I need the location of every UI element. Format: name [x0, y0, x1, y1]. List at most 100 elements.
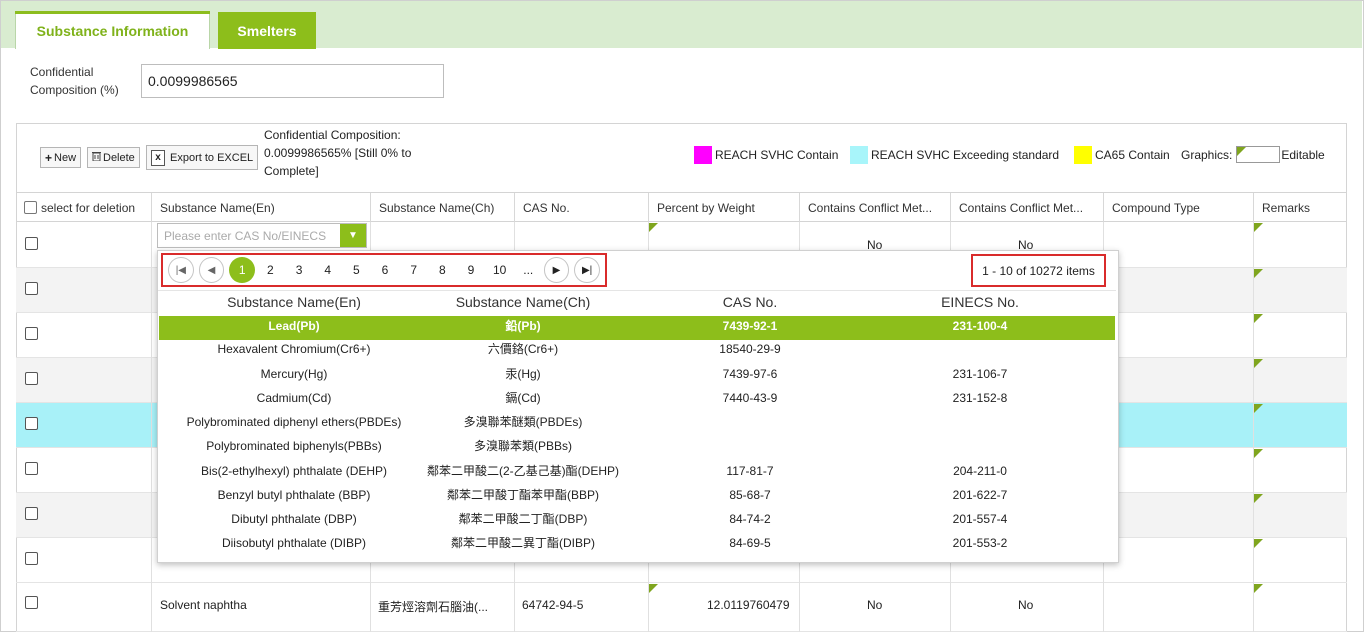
first-page-icon[interactable]: |◀ [168, 257, 194, 283]
editable-marker-icon [1254, 539, 1263, 548]
popup-cell-einecs: 231-100-4 [952, 319, 1008, 333]
page-number[interactable]: 5 [343, 257, 370, 283]
page-number[interactable]: 4 [314, 257, 341, 283]
confidential-composition-input[interactable] [141, 64, 444, 98]
row-checkbox[interactable] [25, 462, 38, 475]
page-number[interactable]: 10 [486, 257, 513, 283]
popup-cell-name-en: Benzyl butyl phthalate (BBP) [217, 488, 371, 502]
substance-search-input[interactable] [158, 224, 338, 247]
new-button-label: New [54, 151, 77, 164]
header-remarks[interactable]: Remarks [1253, 193, 1347, 223]
editable-marker-icon [1254, 404, 1263, 413]
column-divider [1253, 222, 1254, 632]
tab-smelters[interactable]: Smelters [218, 12, 316, 49]
popup-list-item[interactable]: Mercury(Hg) 汞(Hg) 7439-97-6 231-106-7 [159, 364, 1115, 388]
row-checkbox[interactable] [25, 507, 38, 520]
page-ellipsis[interactable]: ... [515, 257, 542, 283]
legend-ca65-contain: CA65 Contain [1074, 145, 1170, 164]
popup-cell-name-ch: 汞(Hg) [505, 367, 541, 381]
magenta-swatch [694, 145, 712, 164]
plus-icon: + [45, 150, 53, 165]
last-row-conflict-metal-2: No [1018, 598, 1034, 612]
popup-cell-name-ch: 多溴聯苯類(PBBs) [473, 439, 572, 453]
page-number[interactable]: 6 [372, 257, 399, 283]
substance-search-combobox[interactable]: ▼ [157, 223, 367, 248]
confidential-summary-value: 0.0099986565% [Still 0% to Complete] [264, 146, 412, 178]
row-checkbox[interactable] [25, 372, 38, 385]
popup-cell-name-ch: 多溴聯苯醚類(PBDEs) [463, 415, 583, 429]
last-row-cas: 64742-94-5 [522, 598, 584, 612]
popup-cell-cas: 7439-92-1 [722, 319, 778, 333]
popup-header-einecs: EINECS No. [941, 294, 1019, 310]
chevron-down-icon[interactable]: ▼ [340, 224, 366, 247]
page-number[interactable]: 8 [429, 257, 456, 283]
popup-list-item[interactable]: Lead(Pb) 鉛(Pb) 7439-92-1 231-100-4 [159, 316, 1115, 340]
popup-divider [158, 290, 1116, 291]
export-excel-button[interactable]: x Export to EXCEL [146, 145, 259, 170]
confidential-summary-title: Confidential Composition: [264, 128, 401, 142]
popup-cell-name-en: Cadmium(Cd) [256, 391, 332, 405]
confidential-summary: Confidential Composition: 0.0099986565% … [264, 126, 454, 180]
popup-cell-name-en: Dibutyl phthalate (DBP) [231, 512, 357, 526]
popup-header-cas: CAS No. [722, 294, 778, 310]
header-cas-no[interactable]: CAS No. [514, 193, 648, 223]
last-row-percent: 12.0119760479 [707, 598, 790, 612]
page-number[interactable]: 1 [229, 257, 256, 283]
page-number[interactable]: 9 [458, 257, 485, 283]
last-page-icon[interactable]: ▶| [574, 257, 600, 283]
pagination-info: 1 - 10 of 10272 items [971, 254, 1106, 287]
legend-reach-svhc-contain: REACH SVHC Contain [694, 145, 838, 164]
popup-list-item[interactable]: Hexavalent Chromium(Cr6+) 六價鉻(Cr6+) 18540-… [159, 339, 1115, 363]
page-number[interactable]: 2 [257, 257, 284, 283]
popup-cell-cas: 84-69-5 [729, 536, 771, 550]
page-number[interactable]: 3 [286, 257, 313, 283]
select-all-checkbox[interactable] [24, 201, 37, 214]
popup-list-item[interactable]: Diisobutyl phthalate (DIBP) 鄰苯二甲酸二異丁酯(DIB… [159, 533, 1115, 557]
new-button[interactable]: + New [40, 147, 82, 168]
popup-list-item[interactable]: Dibutyl phthalate (DBP) 鄰苯二甲酸二丁酯(DBP) 84-7… [159, 509, 1115, 533]
editable-marker-icon [649, 584, 658, 593]
header-percent-by-weight[interactable]: Percent by Weight [648, 193, 799, 223]
legend-graphics-label: Graphics: [1181, 147, 1233, 162]
popup-cell-name-ch: 鄰苯二甲酸二異丁酯(DIBP) [450, 536, 595, 550]
previous-page-icon[interactable]: ◀ [198, 257, 225, 283]
next-page-icon[interactable]: ▶ [543, 257, 570, 283]
confidential-composition-label: Confidential Composition (%) [30, 65, 119, 97]
header-contains-conflict-metal-1[interactable]: Contains Conflict Met... [799, 193, 950, 223]
export-excel-label: Export to EXCEL [170, 151, 254, 164]
popup-list-item[interactable]: Polybrominated biphenyls(PBBs) 多溴聯苯類(PBBs… [159, 436, 1115, 460]
editable-marker-icon [1254, 359, 1263, 368]
row-checkbox[interactable] [25, 327, 38, 340]
header-substance-name-en[interactable]: Substance Name(En) [151, 193, 370, 223]
row-checkbox[interactable] [25, 237, 38, 250]
popup-list-item[interactable]: Benzyl butyl phthalate (BBP) 鄰苯二甲酸丁酯苯甲酯(B… [159, 485, 1115, 509]
row-checkbox[interactable] [25, 417, 38, 430]
row-checkbox[interactable] [25, 552, 38, 565]
legend-reach-svhc-exceeding: REACH SVHC Exceeding standard [850, 145, 1059, 164]
pagination: |◀ ◀ 1 2 3 4 5 6 7 8 9 10 ... ▶ ▶| [161, 253, 607, 287]
popup-cell-name-ch: 鄰苯二甲酸二(2-乙基己基)酯(DEHP) [427, 464, 619, 478]
popup-cell-einecs: 231-152-8 [952, 391, 1008, 405]
excel-icon: x [151, 149, 165, 166]
editable-marker-icon [1254, 494, 1263, 503]
popup-cell-name-en: Bis(2-ethylhexyl) phthalate (DEHP) [200, 464, 388, 478]
column-divider [151, 222, 152, 632]
popup-cell-name-en: Hexavalent Chromium(Cr6+) [217, 342, 371, 356]
delete-button-label: Delete [103, 151, 135, 164]
popup-list-item[interactable]: Cadmium(Cd) 鎘(Cd) 7440-43-9 231-152-8 [159, 388, 1115, 412]
legend-editable-label: Editable [1281, 147, 1325, 162]
page-number[interactable]: 7 [400, 257, 427, 283]
row-checkbox[interactable] [25, 282, 38, 295]
tab-substance-information[interactable]: Substance Information [15, 11, 210, 49]
popup-cell-einecs: 201-557-4 [952, 512, 1008, 526]
popup-list-item[interactable]: Bis(2-ethylhexyl) phthalate (DEHP) 鄰苯二甲酸二… [159, 461, 1115, 485]
header-contains-conflict-metal-2[interactable]: Contains Conflict Met... [950, 193, 1103, 223]
popup-list-item[interactable]: Polybrominated diphenyl ethers(PBDEs) 多溴聯… [159, 412, 1115, 436]
row-checkbox[interactable] [25, 596, 38, 609]
delete-button[interactable]: Delete [87, 147, 140, 168]
editable-marker-icon [1254, 449, 1263, 458]
popup-cell-name-en: Lead(Pb) [268, 319, 320, 333]
header-compound-type[interactable]: Compound Type [1103, 193, 1253, 223]
header-substance-name-ch[interactable]: Substance Name(Ch) [370, 193, 514, 223]
popup-cell-name-en: Mercury(Hg) [260, 367, 328, 381]
